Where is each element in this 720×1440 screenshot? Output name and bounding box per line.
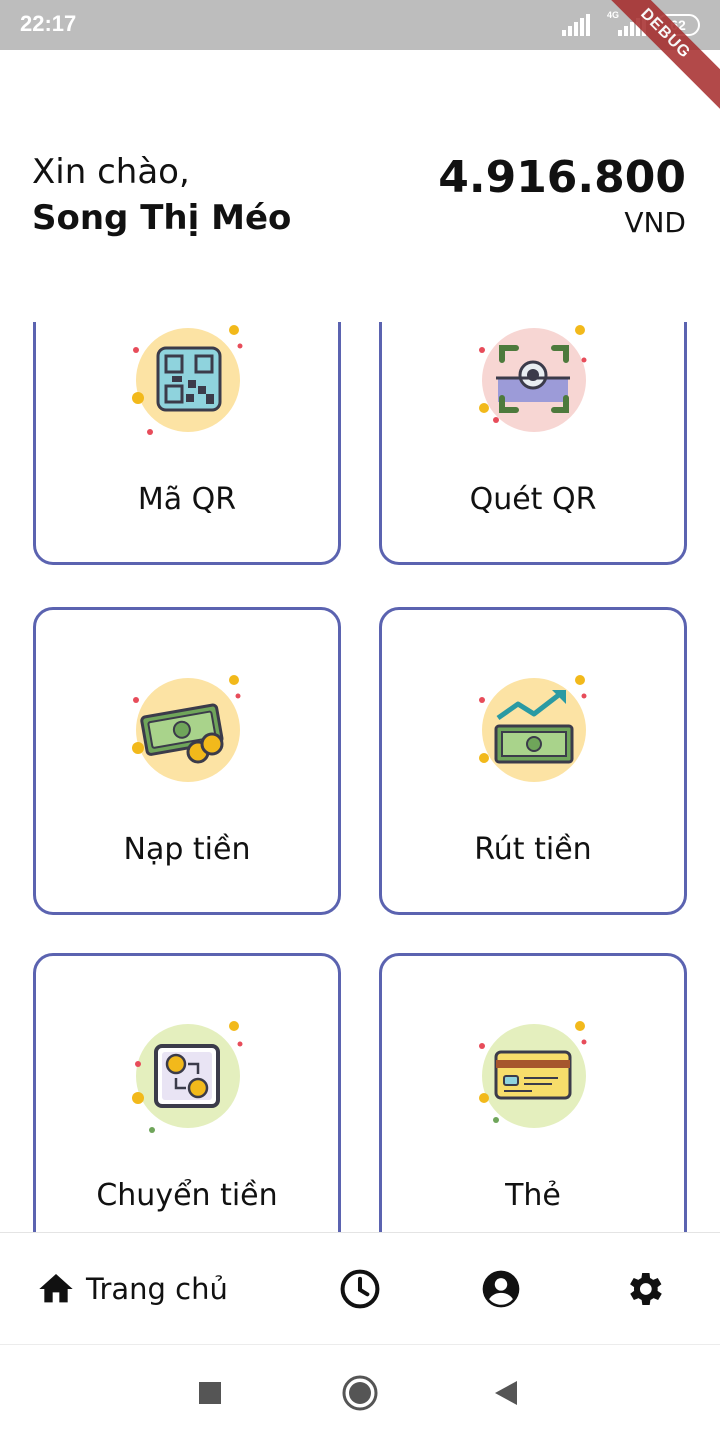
menu-label: Thẻ [505,1178,561,1213]
menu-label: Mã QR [137,482,237,517]
system-navigation-bar [0,1344,720,1440]
menu-card-transfer[interactable]: Chuyển tiền [33,953,341,1232]
home-icon [39,1274,73,1303]
menu-grid: Mã QR Quét QR Nạp tiền Rút tiền Chuyển t… [0,322,720,1232]
menu-label: Nạp tiền [123,832,251,867]
nav-home-label: Trang chủ [86,1272,228,1306]
menu-label: Chuyển tiền [96,1178,278,1213]
card-icon [479,1021,587,1128]
deposit-money-icon [132,675,241,782]
greeting-text: Xin chào, [32,152,190,192]
account-balance: 4.916.800 [438,152,686,203]
menu-card-deposit[interactable]: Nạp tiền [33,607,341,915]
menu-card-withdraw[interactable]: Rút tiền [379,607,687,915]
recent-apps-icon[interactable] [198,1373,222,1413]
history-clock-icon[interactable] [338,1267,382,1311]
transfer-money-icon [132,1021,243,1133]
menu-card-qr-code[interactable]: Mã QR [33,322,341,565]
back-button-icon[interactable] [493,1373,519,1413]
balance-currency: VND [624,206,686,239]
settings-gear-icon[interactable] [622,1267,666,1311]
menu-card-card[interactable]: Thẻ [379,953,687,1232]
withdraw-money-icon [479,675,587,782]
qr-code-icon [132,325,243,435]
status-bar: 22:17 4G 62 [0,0,720,50]
home-button-icon[interactable] [341,1373,379,1413]
menu-label: Rút tiền [474,832,592,867]
scan-qr-icon [479,325,587,432]
nav-home[interactable]: Trang chủ [36,1269,228,1309]
account-icon[interactable] [479,1267,523,1311]
menu-card-scan-qr[interactable]: Quét QR [379,322,687,565]
user-name: Song Thị Méo [32,198,292,238]
menu-label: Quét QR [469,482,597,517]
status-time: 22:17 [20,11,77,36]
signal-icon [562,14,590,36]
bottom-navigation: Trang chủ [0,1232,720,1344]
